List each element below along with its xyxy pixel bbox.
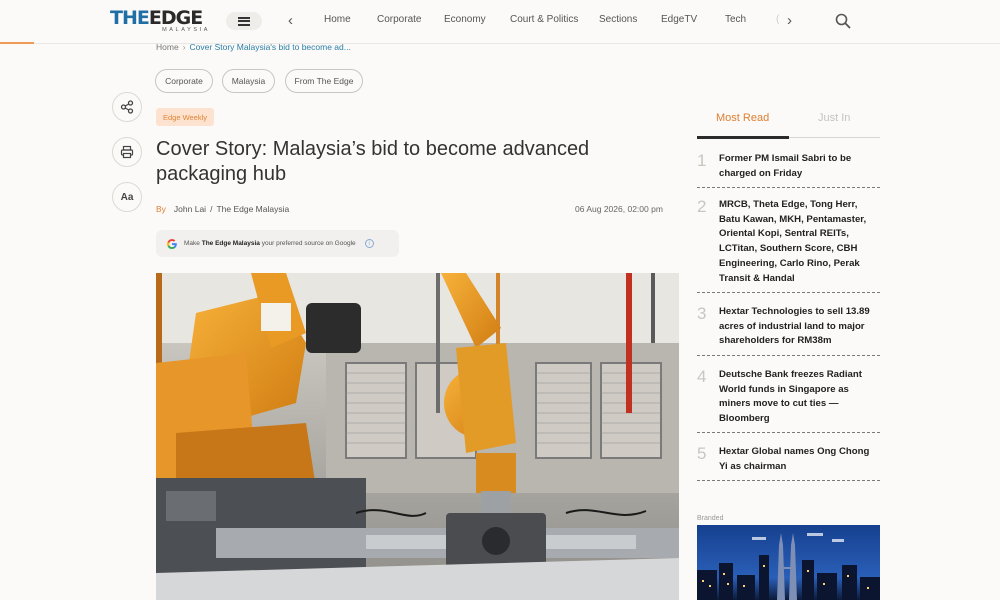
font-size-button[interactable]: Aa [112,182,142,212]
google-preferred-source-banner[interactable]: Make The Edge Malaysia your preferred so… [156,230,399,257]
most-read-title[interactable]: Hextar Technologies to sell 13.89 acres … [719,305,879,349]
branded-content-image[interactable] [697,525,880,600]
byline-prefix: By [156,204,166,214]
hamburger-menu-button[interactable] [226,12,262,30]
most-read-number: 3 [697,304,707,323]
most-read-number: 2 [697,197,707,216]
tab-most-read[interactable]: Most Read [716,112,769,124]
tag-from-the-edge[interactable]: From The Edge [285,69,363,93]
most-read-title[interactable]: Deutsche Bank freezes Radiant World fund… [719,368,879,427]
nav-prev-arrow-icon[interactable]: ‹ [288,11,293,31]
top-navigation-bar: THEEDGE MALAYSIA ‹ Home Corporate Econom… [0,0,1000,44]
breadcrumb-home[interactable]: Home [156,42,179,52]
google-banner-brand: The Edge Malaysia [201,240,260,247]
author-link[interactable]: John Lai [174,204,206,214]
logo-edge: EDGE [148,7,203,29]
share-button[interactable] [112,92,142,122]
nav-item-sections[interactable]: Sections [599,14,637,25]
google-banner-suffix: your preferred source on Google [261,240,356,247]
article-hero-image [156,273,679,600]
publication-name: The Edge Malaysia [216,204,290,214]
most-read-item[interactable]: 5 Hextar Global names Ong Chong Yi as ch… [697,444,880,481]
most-read-tabs: Most Read Just In [697,106,880,139]
share-icon [120,100,134,114]
tag-corporate[interactable]: Corporate [155,69,213,93]
breadcrumb: Home › Cover Story Malaysia's bid to becom… [156,42,351,52]
the-edge-logo[interactable]: THEEDGE MALAYSIA [110,8,214,36]
byline: By John Lai / The Edge Malaysia [156,204,289,214]
info-icon[interactable]: i [364,239,374,248]
most-read-item[interactable]: 3 Hextar Technologies to sell 13.89 acre… [697,304,880,356]
nav-item-edgetv[interactable]: EdgeTV [661,14,697,25]
google-g-icon [167,238,177,249]
breadcrumb-current[interactable]: Cover Story Malaysia's bid to become ad.… [190,42,351,52]
most-read-number: 5 [697,444,707,463]
nav-item-home[interactable]: Home [324,14,351,25]
nav-item-court-politics[interactable]: Court & Politics [510,14,578,25]
most-read-item[interactable]: 2 MRCB, Theta Edge, Tong Herr, Batu Kawa… [697,197,880,293]
search-icon[interactable] [835,13,851,29]
google-banner-text: Make The Edge Malaysia your preferred so… [184,240,356,247]
header-accent-line [0,42,34,44]
hamburger-icon [238,16,250,26]
font-size-label: Aa [120,191,134,203]
robotic-arms-photo [156,273,679,600]
nav-item-economy[interactable]: Economy [444,14,486,25]
nav-item-tech[interactable]: Tech [725,14,746,25]
publish-date: 06 Aug 2026, 02:00 pm [575,204,663,214]
most-read-title[interactable]: Former PM Ismail Sabri to be charged on … [719,152,879,181]
most-read-number: 4 [697,367,707,386]
print-button[interactable] [112,137,142,167]
most-read-item[interactable]: 4 Deutsche Bank freezes Radiant World fu… [697,367,880,433]
most-read-item[interactable]: 1 Former PM Ismail Sabri to be charged o… [697,151,880,188]
article-title: Cover Story: Malaysia’s bid to become ad… [156,138,590,185]
nav-item-faded: ( [776,14,780,25]
logo-the: THE [110,7,150,29]
active-tab-indicator [697,136,789,139]
branded-label: Branded [697,515,724,522]
most-read-number: 1 [697,151,707,170]
byline-slash: / [210,204,213,214]
edge-weekly-badge[interactable]: Edge Weekly [156,108,214,126]
nav-item-corporate[interactable]: Corporate [377,14,421,25]
city-skyline-photo [697,525,880,600]
tab-just-in[interactable]: Just In [818,112,850,124]
print-icon [120,145,134,159]
most-read-title[interactable]: MRCB, Theta Edge, Tong Herr, Batu Kawan,… [719,198,879,286]
most-read-title[interactable]: Hextar Global names Ong Chong Yi as chai… [719,445,879,474]
google-banner-prefix: Make [184,240,200,247]
tag-malaysia[interactable]: Malaysia [222,69,275,93]
breadcrumb-separator-icon: › [182,42,186,52]
nav-next-arrow-icon[interactable]: › [787,11,792,31]
